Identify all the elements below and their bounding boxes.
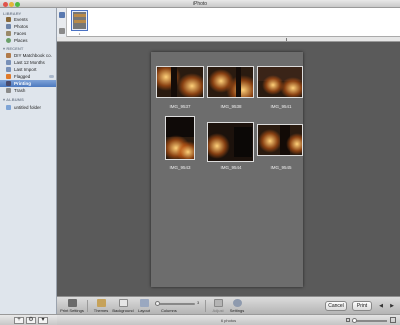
sidebar-header-recent[interactable]: ▾ RECENT — [3, 46, 23, 51]
printer-icon — [6, 81, 11, 86]
sidebar-item-label: Last 12 Months — [14, 60, 45, 65]
ruler-marker — [286, 38, 287, 41]
themes-icon — [96, 299, 106, 307]
events-icon — [6, 17, 11, 22]
event-icon — [6, 53, 11, 58]
columns-label: Columns — [161, 308, 177, 313]
action-gear-button[interactable]: ⚙ — [26, 317, 36, 324]
photo-img-9545[interactable] — [257, 124, 303, 156]
columns-value: 3 — [197, 300, 200, 305]
sidebar-item-label: Events — [14, 17, 28, 22]
photo-img-9543[interactable] — [165, 116, 195, 160]
trash-icon — [6, 88, 11, 93]
print-toolbar: Print Settings Themes Background Layout … — [57, 296, 400, 314]
photos-icon — [6, 24, 11, 29]
columns-slider[interactable] — [155, 301, 195, 306]
sidebar-item-label: Places — [14, 38, 28, 43]
sidebar-item-label: untitled folder — [14, 105, 42, 110]
next-page-icon[interactable]: ▶ — [388, 303, 396, 309]
sidebar-item-label: DIY Matchbook co... — [14, 53, 52, 58]
sidebar: LIBRARY Events Photos Faces Places ▾ REC… — [0, 8, 57, 314]
flagged-count-badge — [49, 75, 54, 78]
photo-caption: IMG_9537 — [169, 104, 191, 109]
sidebar-item-faces[interactable]: Faces — [0, 30, 56, 37]
previous-page-icon[interactable]: ◀ — [377, 303, 385, 309]
all-pages-view-icon[interactable] — [59, 28, 65, 34]
sidebar-item-diy-matchbook[interactable]: DIY Matchbook co... — [0, 52, 56, 59]
places-icon — [6, 38, 11, 43]
status-bar: 6 photos — [57, 314, 400, 325]
background-icon — [118, 299, 128, 307]
photo-caption: IMG_9543 — [169, 165, 191, 170]
printer-icon — [67, 299, 77, 307]
settings-button[interactable]: Settings — [227, 298, 247, 314]
flag-icon — [6, 74, 11, 79]
photo-img-9544[interactable] — [207, 122, 254, 162]
sidebar-item-flagged[interactable]: Flagged — [0, 73, 56, 80]
background-button[interactable]: Background — [111, 298, 135, 314]
zoom-slider[interactable] — [352, 318, 387, 323]
photo-caption: IMG_9544 — [220, 165, 242, 170]
import-icon — [6, 67, 11, 72]
sidebar-item-label: Trash — [14, 88, 26, 93]
strip-tools — [57, 8, 67, 37]
faces-icon — [6, 31, 11, 36]
zoom-slider-knob[interactable] — [352, 318, 357, 323]
photo-caption: IMG_9545 — [270, 165, 292, 170]
page-thumbnail-preview — [73, 12, 86, 29]
sidebar-bottom-bar: + ⚙ ▾ — [0, 314, 57, 325]
sidebar-item-printing[interactable]: Printing — [0, 80, 56, 87]
folder-icon — [6, 105, 11, 110]
action-menu-button[interactable]: ▾ — [38, 317, 48, 324]
photo-caption: IMG_9541 — [270, 104, 292, 109]
themes-button[interactable]: Themes — [90, 298, 112, 314]
sidebar-item-photos[interactable]: Photos — [0, 23, 56, 30]
page-thumbnail-strip — [57, 8, 400, 37]
add-button[interactable]: + — [14, 317, 24, 324]
sidebar-item-label: Last Import — [14, 67, 37, 72]
photo-img-9541[interactable] — [257, 66, 303, 98]
toolbar-separator — [205, 300, 206, 312]
photo-img-9538[interactable] — [207, 66, 254, 98]
print-button[interactable]: Print — [352, 301, 372, 311]
sidebar-item-label: Printing — [14, 81, 31, 86]
zoom-out-icon[interactable] — [346, 318, 350, 322]
gear-icon — [232, 299, 242, 307]
window-title: iPhoto — [192, 1, 208, 7]
adjust-icon — [213, 299, 223, 307]
print-settings-button[interactable]: Print Settings — [60, 298, 84, 314]
page-number-label: 1 — [78, 32, 81, 36]
layout-icon — [139, 299, 149, 307]
layout-button[interactable]: Layout — [134, 298, 154, 314]
sidebar-item-untitled-folder[interactable]: untitled folder — [0, 104, 56, 111]
zoom-in-icon[interactable] — [390, 317, 396, 323]
sidebar-item-last-import[interactable]: Last Import — [0, 66, 56, 73]
sidebar-item-label: Faces — [14, 31, 27, 36]
adjust-button[interactable]: Adjust — [209, 298, 227, 314]
calendar-icon — [6, 60, 11, 65]
single-page-view-icon[interactable] — [59, 12, 65, 18]
photo-caption: IMG_9538 — [220, 104, 242, 109]
photo-img-9537[interactable] — [156, 66, 204, 98]
sidebar-item-last-12-months[interactable]: Last 12 Months — [0, 59, 56, 66]
print-page: IMG_9537 IMG_9538 IMG_9541 IMG_9543 IMG_… — [151, 52, 303, 287]
sidebar-item-places[interactable]: Places — [0, 37, 56, 44]
cancel-button[interactable]: Cancel — [325, 301, 347, 311]
page-thumbnail[interactable] — [71, 10, 88, 31]
sidebar-item-trash[interactable]: Trash — [0, 87, 56, 94]
sidebar-item-label: Photos — [14, 24, 29, 29]
sidebar-item-events[interactable]: Events — [0, 16, 56, 23]
title-bar: iPhoto — [0, 0, 400, 8]
columns-slider-knob[interactable] — [155, 301, 160, 306]
sidebar-header-albums[interactable]: ▾ ALBUMS — [3, 97, 24, 102]
sidebar-item-label: Flagged — [14, 74, 31, 79]
toolbar-separator — [87, 300, 88, 312]
